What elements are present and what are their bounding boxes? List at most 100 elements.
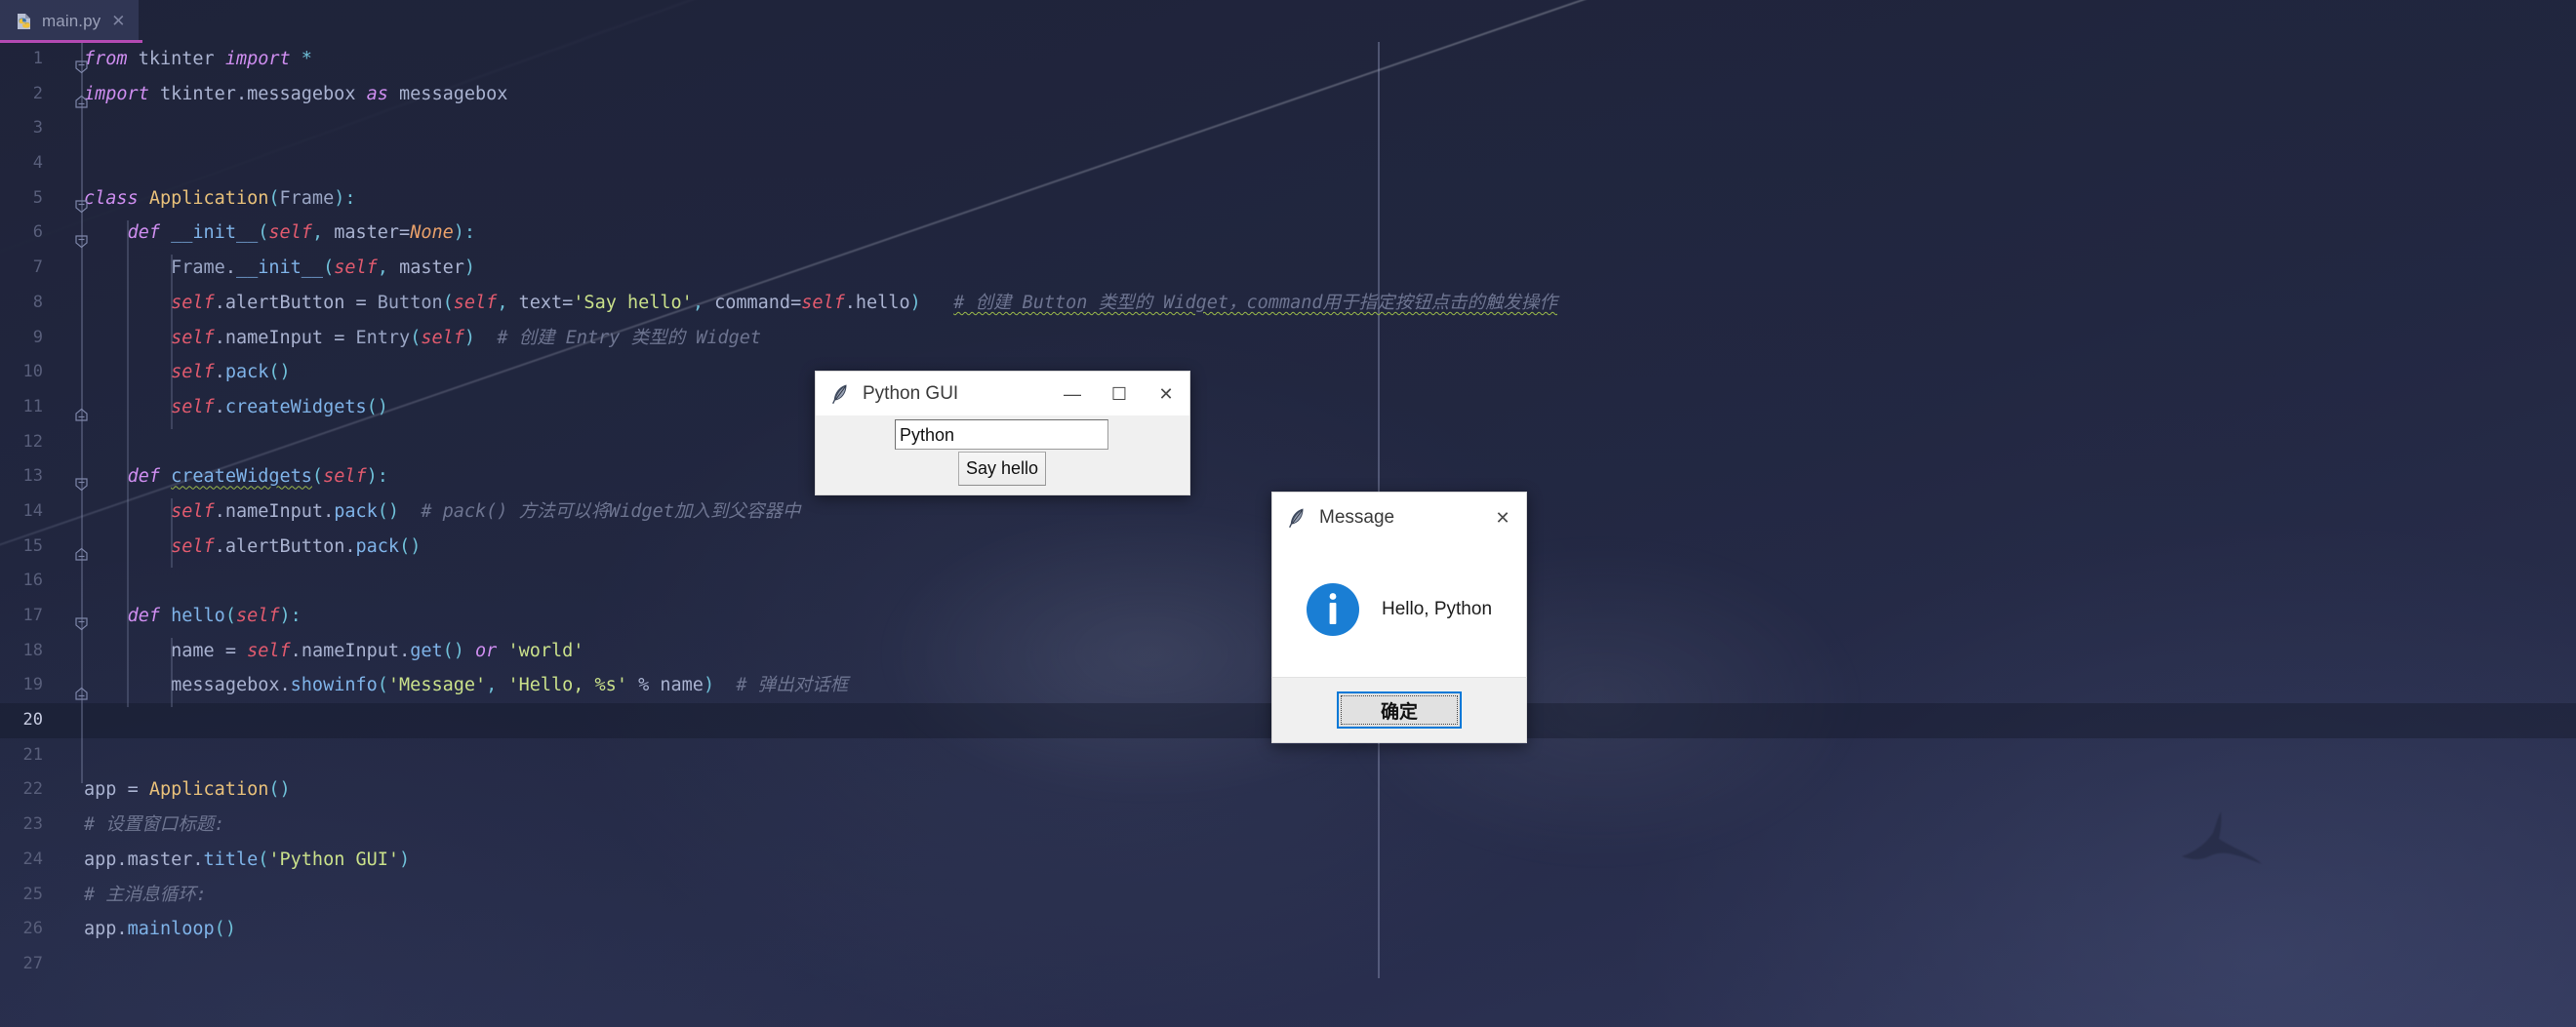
line-number: 3 (32, 118, 43, 138)
message-dialog-window-controls: ✕ (1479, 493, 1526, 542)
code-text: self.pack() (171, 362, 291, 383)
fold-end-icon[interactable] (74, 679, 89, 700)
code-text: self.createWidgets() (171, 396, 388, 417)
line-number: 15 (22, 535, 43, 556)
fold-collapse-icon[interactable] (74, 226, 89, 248)
line-number: 26 (22, 919, 43, 939)
python-file-icon (18, 13, 30, 29)
code-text: import tkinter.messagebox as messagebox (84, 83, 508, 104)
fold-collapse-icon[interactable] (74, 469, 89, 492)
line-number: 5 (32, 187, 43, 208)
python-gui-window-controls: — ☐ ✕ (1049, 372, 1189, 415)
line-number: 7 (32, 257, 43, 278)
line-number: 20 (22, 710, 43, 731)
code-line[interactable]: 13 def createWidgets(self): (0, 459, 2576, 494)
close-icon: ✕ (1495, 507, 1510, 528)
code-line[interactable]: 12 (0, 425, 2576, 460)
code-line[interactable]: 23 # 设置窗口标题: (0, 808, 2576, 843)
code-text: def hello(self): (127, 606, 302, 626)
code-line[interactable]: 9 self.nameInput = Entry(self) # 创建 Entr… (0, 321, 2576, 356)
line-number: 2 (32, 83, 43, 103)
fold-end-icon[interactable] (74, 400, 89, 421)
line-number: 17 (22, 606, 43, 625)
code-text: messagebox.showinfo('Message', 'Hello, %… (171, 675, 849, 696)
message-text: Hello, Python (1382, 599, 1493, 619)
fold-collapse-icon[interactable] (74, 52, 89, 74)
line-number: 9 (32, 327, 43, 347)
code-line[interactable]: 3 (0, 111, 2576, 146)
code-line[interactable]: 1 from tkinter import * (0, 42, 2576, 77)
line-number: 27 (22, 953, 43, 973)
name-input[interactable]: Python (895, 419, 1108, 450)
code-line[interactable]: 7 Frame.__init__(self, master) (0, 251, 2576, 286)
code-text: def __init__(self, master=None): (127, 222, 476, 244)
code-line[interactable]: 5 class Application(Frame): (0, 181, 2576, 217)
line-number: 22 (22, 779, 43, 800)
code-line[interactable]: 8 self.alertButton = Button(self, text='… (0, 286, 2576, 321)
code-text: self.alertButton = Button(self, text='Sa… (171, 292, 1557, 313)
line-number: 16 (22, 571, 43, 591)
tab-label: main.py (42, 11, 101, 30)
code-text: self.alertButton.pack() (171, 535, 422, 557)
fold-collapse-icon[interactable] (74, 191, 89, 214)
message-dialog-body: Hello, Python (1271, 542, 1527, 677)
code-line[interactable]: 2 import tkinter.messagebox as messagebox (0, 77, 2576, 112)
tab-main-py[interactable]: main.py ✕ (0, 0, 140, 42)
code-line[interactable]: 22 app = Application() (0, 772, 2576, 808)
minimize-button[interactable]: — (1049, 372, 1096, 415)
code-line[interactable]: 10 self.pack() (0, 355, 2576, 390)
code-line[interactable]: 4 (0, 146, 2576, 181)
line-number: 6 (32, 222, 43, 243)
close-button[interactable]: ✕ (1479, 493, 1526, 542)
python-feather-icon (1289, 508, 1304, 528)
line-number: 24 (22, 849, 43, 869)
indent-guide (171, 637, 173, 708)
line-number: 10 (22, 362, 43, 382)
line-number: 13 (22, 466, 43, 487)
ok-button-label: 确定 (1380, 700, 1418, 723)
python-gui-title: Python GUI (863, 382, 959, 404)
line-number: 18 (22, 640, 43, 660)
close-icon: ✕ (1158, 383, 1174, 404)
line-number: 23 (22, 814, 43, 835)
code-text: self.nameInput.pack() # pack() 方法可以将Widg… (171, 500, 801, 522)
message-dialog[interactable]: Message ✕ Hello, Python 确定 (1271, 492, 1527, 744)
code-line[interactable]: 27 (0, 947, 2576, 982)
python-gui-window[interactable]: Python GUI — ☐ ✕ Python Say hello (815, 371, 1190, 495)
code-text: class Application(Frame): (84, 187, 356, 209)
code-text: # 主消息循环: (84, 884, 207, 905)
code-line[interactable]: 11 self.createWidgets() (0, 390, 2576, 425)
say-hello-button[interactable]: Say hello (958, 452, 1046, 486)
code-text: Frame.__init__(self, master) (171, 257, 476, 279)
code-line[interactable]: 26 app.mainloop() (0, 912, 2576, 947)
code-text: def createWidgets(self): (127, 466, 388, 488)
message-dialog-footer: 确定 (1271, 677, 1527, 743)
python-gui-body: Python Say hello (815, 415, 1190, 495)
code-text: from tkinter import * (84, 49, 312, 69)
line-number: 4 (32, 153, 43, 174)
maximize-icon: ☐ (1110, 383, 1128, 404)
code-line[interactable]: 24 app.master.title('Python GUI') (0, 843, 2576, 878)
editor-tab-bar: main.py ✕ (0, 0, 2576, 43)
close-button[interactable]: ✕ (1143, 372, 1189, 415)
python-gui-titlebar[interactable]: Python GUI — ☐ ✕ (815, 371, 1190, 415)
code-text: app = Application() (84, 779, 291, 801)
fold-end-icon[interactable] (74, 87, 89, 108)
code-line[interactable]: 6 def __init__(self, master=None): (0, 216, 2576, 251)
line-number: 1 (32, 49, 43, 68)
code-line[interactable]: 25 # 主消息循环: (0, 878, 2576, 913)
info-icon (1307, 583, 1359, 636)
message-dialog-titlebar[interactable]: Message ✕ (1271, 492, 1527, 542)
code-text: name = self.nameInput.get() or 'world' (171, 640, 584, 661)
ide-window: main.py ✕ 1 from tkinter import * 2 import … (0, 0, 2576, 1027)
fold-end-icon[interactable] (74, 539, 89, 561)
indent-guide (127, 219, 129, 708)
maximize-button[interactable]: ☐ (1096, 372, 1143, 415)
close-icon[interactable]: ✕ (111, 13, 125, 29)
fold-collapse-icon[interactable] (74, 609, 89, 631)
line-number: 19 (22, 675, 43, 695)
code-text: self.nameInput = Entry(self) # 创建 Entry … (171, 327, 762, 348)
line-number: 12 (22, 431, 43, 452)
ok-button[interactable]: 确定 (1337, 691, 1462, 729)
line-number: 14 (22, 500, 43, 521)
